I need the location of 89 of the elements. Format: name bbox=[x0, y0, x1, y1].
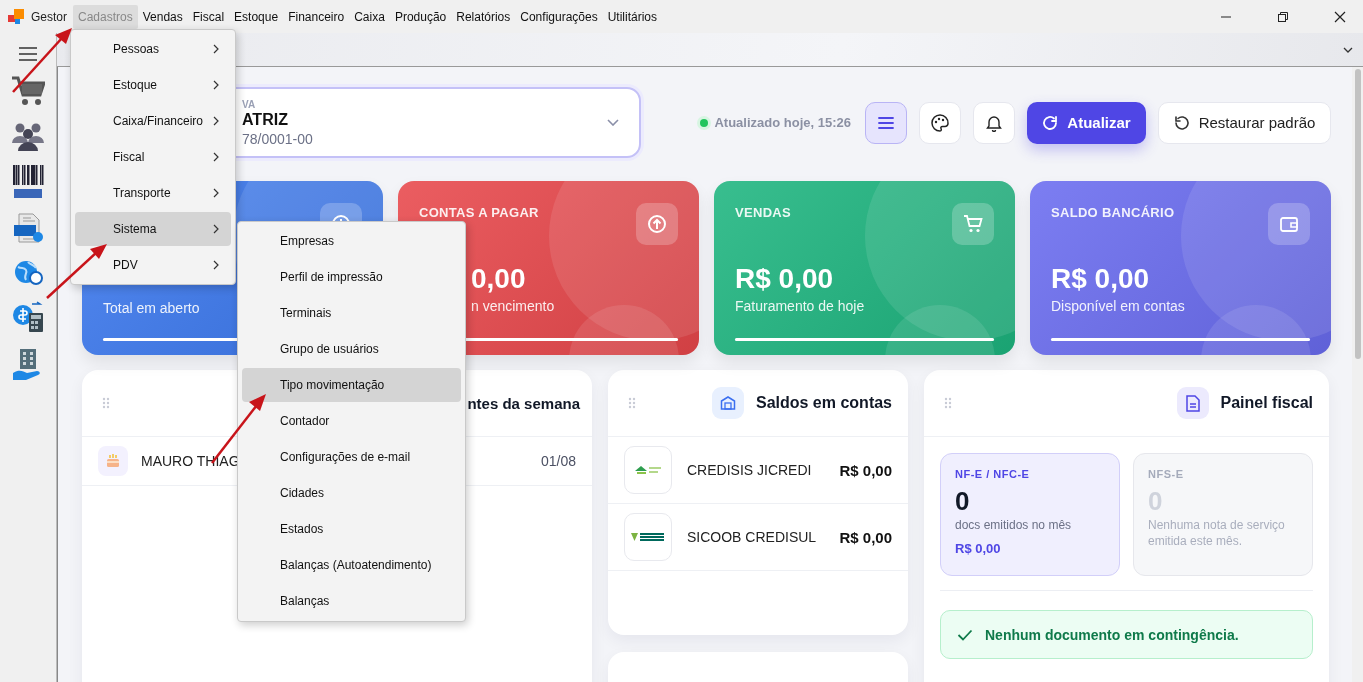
company-document: 78/0001-00 bbox=[242, 130, 313, 147]
menu-bar-item[interactable]: Financeiro bbox=[283, 4, 350, 29]
document-icon bbox=[1176, 387, 1209, 419]
panel-title: ntes da semana bbox=[467, 394, 580, 412]
menu-item[interactable]: Pessoas bbox=[75, 32, 231, 66]
drag-handle-icon[interactable] bbox=[102, 397, 110, 409]
menu-item[interactable]: Empresas bbox=[242, 224, 461, 258]
alert-message: Nenhum documento em contingência. bbox=[985, 626, 1239, 643]
menu-bar-item[interactable]: Configurações bbox=[515, 4, 603, 29]
reset-button[interactable]: Restaurar padrão bbox=[1158, 101, 1331, 144]
card-title: SALDO BANCÁRIO bbox=[1051, 205, 1175, 220]
menu-item[interactable]: PDV bbox=[75, 248, 231, 282]
app-name: Gestor bbox=[31, 9, 67, 24]
cake-icon bbox=[98, 446, 128, 476]
calculator-icon[interactable] bbox=[12, 301, 44, 333]
card-subtitle: Disponível em contas bbox=[1051, 298, 1185, 314]
cart-icon[interactable] bbox=[11, 75, 45, 107]
menu-item[interactable]: Configurações de e-mail bbox=[242, 440, 461, 474]
card-value: R$ 0,00 bbox=[1051, 262, 1150, 296]
menu-bar-item[interactable]: Produção bbox=[389, 4, 452, 29]
bank-logo-icon bbox=[624, 446, 672, 494]
refresh-icon bbox=[1042, 114, 1059, 131]
card-value: 0,00 bbox=[471, 262, 526, 296]
menu-item[interactable]: Estados bbox=[242, 512, 461, 546]
menu-bar-item[interactable]: Fiscal bbox=[187, 4, 230, 29]
card-subtitle: Faturamento de hoje bbox=[735, 298, 865, 314]
drag-handle-icon[interactable] bbox=[628, 397, 636, 409]
close-icon[interactable] bbox=[1334, 10, 1346, 23]
annotation-arrow bbox=[46, 244, 107, 299]
check-icon bbox=[957, 628, 973, 641]
birthday-date: 01/08 bbox=[540, 453, 576, 469]
card-title: NF-E / NFC-E bbox=[955, 468, 1031, 480]
card-caption: docs emitidos no mês bbox=[955, 517, 1073, 533]
account-name: CREDISIS JICREDI bbox=[687, 462, 812, 478]
account-balance: R$ 0,00 bbox=[839, 528, 892, 546]
update-status: Atualizado hoje, 15:26 bbox=[714, 115, 851, 130]
card-title: CONTAS A PAGAR bbox=[419, 205, 539, 220]
menu-item[interactable]: Balanças (Autoatendimento) bbox=[242, 548, 461, 582]
menu-item[interactable]: Sistema bbox=[75, 212, 231, 246]
card-amount: R$ 0,00 bbox=[955, 541, 1002, 556]
menu-item[interactable]: Transporte bbox=[75, 176, 231, 210]
account-name: SICOOB CREDISUL bbox=[687, 529, 817, 545]
menu-bar-item[interactable]: Estoque bbox=[229, 4, 284, 29]
document-count: 0 bbox=[955, 486, 971, 517]
restore-icon[interactable] bbox=[1277, 10, 1289, 23]
scrollbar-thumb[interactable] bbox=[1354, 69, 1361, 359]
people-icon[interactable] bbox=[12, 121, 44, 151]
menu-icon[interactable] bbox=[18, 47, 38, 61]
account-balance: R$ 0,00 bbox=[839, 461, 892, 479]
menu-bar-item[interactable]: Vendas bbox=[137, 4, 188, 29]
company-name: ATRIZ bbox=[242, 110, 288, 129]
panel-title: Saldos em contas bbox=[755, 394, 892, 412]
menu-item[interactable]: Grupo de usuários bbox=[242, 332, 461, 366]
menu-item[interactable]: Cidades bbox=[242, 476, 461, 510]
wallet-icon bbox=[1268, 203, 1310, 245]
menu-item[interactable]: Perfil de impressão bbox=[242, 260, 461, 294]
menu-button[interactable] bbox=[865, 101, 907, 144]
card-caption: Nenhuma nota de serviço emitida este mês. bbox=[1148, 517, 1286, 549]
document-icon[interactable] bbox=[13, 213, 43, 243]
menu-bar-item[interactable]: Caixa bbox=[349, 4, 390, 29]
menu-icon bbox=[878, 116, 894, 129]
chevron-down-icon bbox=[607, 119, 619, 126]
menu-item[interactable]: Tipo movimentação bbox=[242, 368, 461, 402]
card-subtitle: Total em aberto bbox=[103, 300, 200, 316]
notifications-button[interactable] bbox=[973, 101, 1015, 144]
refresh-button[interactable]: Atualizar bbox=[1027, 101, 1146, 144]
card-subtitle: n vencimento bbox=[471, 298, 555, 314]
reset-icon bbox=[1173, 114, 1190, 131]
company-label: VA bbox=[242, 98, 256, 110]
card-title: VENDAS bbox=[735, 205, 791, 220]
menu-item[interactable]: Contador bbox=[242, 404, 461, 438]
chevron-down-icon[interactable] bbox=[1343, 46, 1353, 53]
palette-icon bbox=[931, 113, 949, 132]
palette-button[interactable] bbox=[919, 101, 961, 144]
annotation-arrow bbox=[12, 28, 72, 93]
bank-icon bbox=[711, 387, 744, 419]
menu-bar-item[interactable]: Relatórios bbox=[451, 4, 516, 29]
bank-logo-icon bbox=[624, 513, 672, 561]
bell-icon bbox=[986, 113, 1002, 132]
barcode-icon[interactable] bbox=[12, 165, 44, 199]
menu-item[interactable]: Terminais bbox=[242, 296, 461, 330]
menu-bar-item[interactable]: Utilitários bbox=[602, 4, 662, 29]
drag-handle-icon[interactable] bbox=[944, 397, 952, 409]
app-logo-icon bbox=[8, 8, 24, 25]
panel-title: Painel fiscal bbox=[1220, 394, 1313, 412]
cart-icon bbox=[952, 203, 994, 245]
card-value: R$ 0,00 bbox=[735, 262, 834, 296]
menu-item[interactable]: Balanças bbox=[242, 584, 461, 618]
card-title: NFS-E bbox=[1148, 468, 1185, 480]
